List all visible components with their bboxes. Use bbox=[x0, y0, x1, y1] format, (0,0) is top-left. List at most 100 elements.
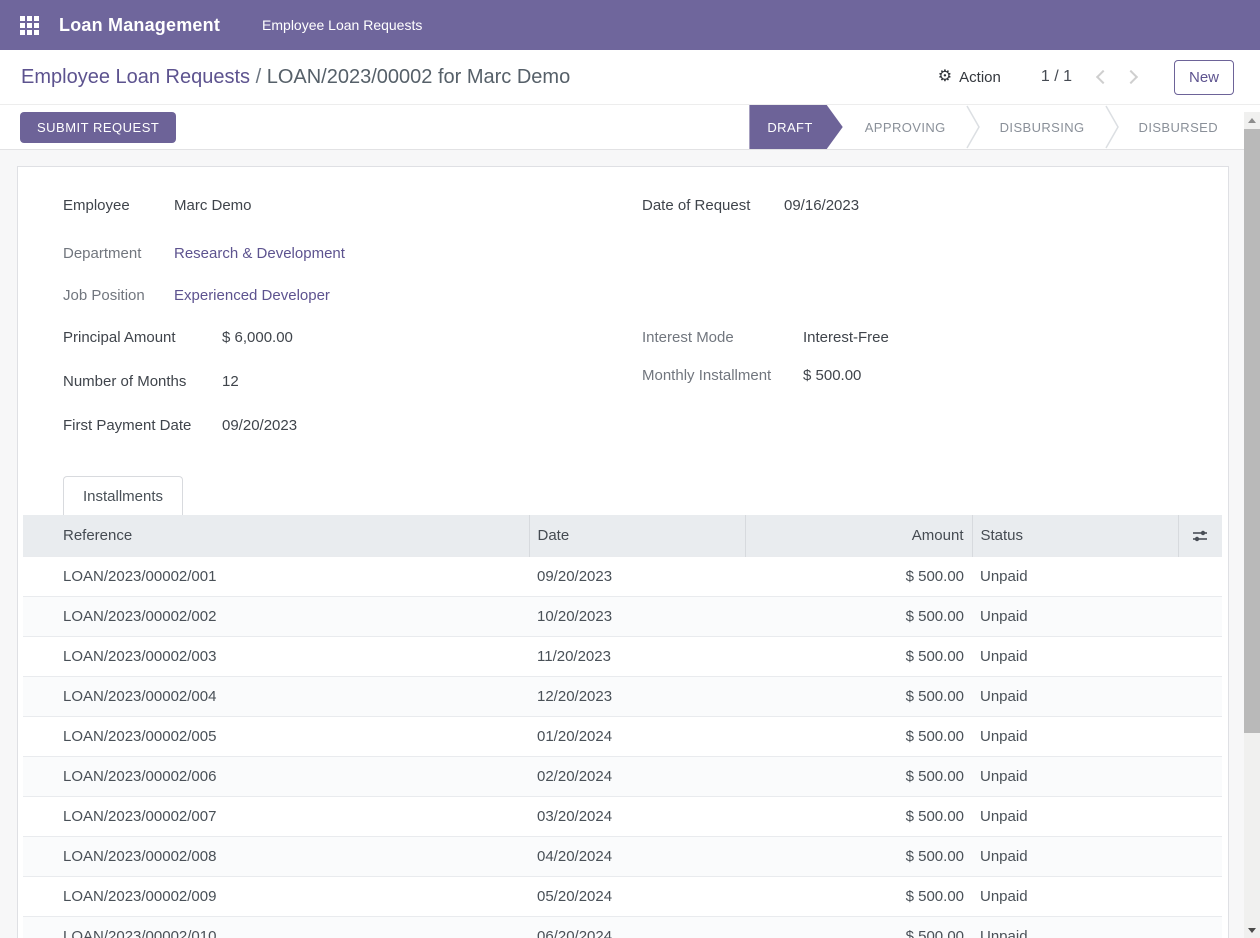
field-label: First Payment Date bbox=[63, 417, 222, 434]
cell-options bbox=[1178, 796, 1222, 836]
table-row[interactable]: LOAN/2023/00002/00703/20/2024$ 500.00Unp… bbox=[23, 796, 1222, 836]
scroll-down-button[interactable] bbox=[1244, 922, 1260, 938]
field-label: Interest Mode bbox=[642, 329, 803, 346]
cell-reference: LOAN/2023/00002/005 bbox=[23, 716, 529, 756]
app-title[interactable]: Loan Management bbox=[59, 15, 220, 36]
chevron-right-icon[interactable] bbox=[1124, 70, 1138, 84]
cell-options bbox=[1178, 556, 1222, 596]
table-row[interactable]: LOAN/2023/00002/01006/20/2024$ 500.00Unp… bbox=[23, 916, 1222, 938]
field-monthly-installment: Monthly Installment $ 500.00 bbox=[642, 367, 1228, 388]
cell-status: Unpaid bbox=[972, 676, 1178, 716]
column-header-reference[interactable]: Reference bbox=[23, 515, 529, 556]
monthly-installment-value: $ 500.00 bbox=[803, 367, 861, 384]
control-panel: Employee Loan Requests / LOAN/2023/00002… bbox=[0, 50, 1260, 105]
stage-disbursed[interactable]: DISBURSED bbox=[1119, 105, 1238, 149]
form-fields: Employee Marc Demo Department Research &… bbox=[18, 197, 1228, 438]
cell-amount: $ 500.00 bbox=[745, 916, 972, 938]
field-label: Employee bbox=[63, 197, 174, 214]
table-row[interactable]: LOAN/2023/00002/00412/20/2023$ 500.00Unp… bbox=[23, 676, 1222, 716]
table-row[interactable]: LOAN/2023/00002/00905/20/2024$ 500.00Unp… bbox=[23, 876, 1222, 916]
cell-options bbox=[1178, 676, 1222, 716]
stage-pipeline: DRAFT APPROVING DISBURSING DISBURSED bbox=[749, 105, 1238, 149]
cell-amount: $ 500.00 bbox=[745, 756, 972, 796]
column-header-status[interactable]: Status bbox=[972, 515, 1178, 556]
form-column-left: Employee Marc Demo Department Research &… bbox=[63, 197, 642, 438]
cell-options bbox=[1178, 836, 1222, 876]
nav-menu-employee-loan-requests[interactable]: Employee Loan Requests bbox=[262, 17, 422, 33]
cell-options bbox=[1178, 716, 1222, 756]
field-label: Date of Request bbox=[642, 197, 784, 214]
date-of-request-value[interactable]: 09/16/2023 bbox=[784, 197, 859, 214]
submit-request-button[interactable]: SUBMIT REQUEST bbox=[20, 112, 176, 143]
installments-tbody: LOAN/2023/00002/00109/20/2023$ 500.00Unp… bbox=[23, 556, 1222, 938]
cell-date: 03/20/2024 bbox=[529, 796, 745, 836]
table-row[interactable]: LOAN/2023/00002/00804/20/2024$ 500.00Unp… bbox=[23, 836, 1222, 876]
principal-amount-value[interactable]: $ 6,000.00 bbox=[222, 329, 293, 346]
field-date-of-request: Date of Request 09/16/2023 bbox=[642, 197, 1228, 218]
cell-date: 04/20/2024 bbox=[529, 836, 745, 876]
notebook: Installments bbox=[18, 476, 1228, 515]
cell-status: Unpaid bbox=[972, 836, 1178, 876]
cell-date: 01/20/2024 bbox=[529, 716, 745, 756]
field-label: Monthly Installment bbox=[642, 367, 803, 384]
field-first-payment-date: First Payment Date 09/20/2023 bbox=[63, 417, 642, 438]
field-interest-mode: Interest Mode Interest-Free bbox=[642, 329, 1228, 350]
statusbar: SUBMIT REQUEST DRAFT APPROVING DISBURSIN… bbox=[0, 105, 1260, 150]
job-position-link[interactable]: Experienced Developer bbox=[174, 287, 330, 304]
cell-reference: LOAN/2023/00002/001 bbox=[23, 556, 529, 596]
cell-reference: LOAN/2023/00002/004 bbox=[23, 676, 529, 716]
cell-status: Unpaid bbox=[972, 796, 1178, 836]
number-of-months-value[interactable]: 12 bbox=[222, 373, 239, 390]
cell-status: Unpaid bbox=[972, 636, 1178, 676]
cell-reference: LOAN/2023/00002/003 bbox=[23, 636, 529, 676]
tab-installments[interactable]: Installments bbox=[63, 476, 183, 515]
cell-status: Unpaid bbox=[972, 876, 1178, 916]
action-menu-label: Action bbox=[959, 69, 1001, 86]
table-row[interactable]: LOAN/2023/00002/00501/20/2024$ 500.00Unp… bbox=[23, 716, 1222, 756]
breadcrumb-parent-link[interactable]: Employee Loan Requests bbox=[21, 66, 250, 88]
table-row[interactable]: LOAN/2023/00002/00210/20/2023$ 500.00Unp… bbox=[23, 596, 1222, 636]
column-header-amount[interactable]: Amount bbox=[745, 515, 972, 556]
cell-status: Unpaid bbox=[972, 556, 1178, 596]
interest-mode-value: Interest-Free bbox=[803, 329, 889, 346]
table-row[interactable]: LOAN/2023/00002/00311/20/2023$ 500.00Unp… bbox=[23, 636, 1222, 676]
table-row[interactable]: LOAN/2023/00002/00602/20/2024$ 500.00Unp… bbox=[23, 756, 1222, 796]
cell-date: 02/20/2024 bbox=[529, 756, 745, 796]
chevron-left-icon[interactable] bbox=[1096, 70, 1110, 84]
cell-date: 12/20/2023 bbox=[529, 676, 745, 716]
top-navbar: Loan Management Employee Loan Requests bbox=[0, 0, 1260, 50]
pager-count: 1 / 1 bbox=[1041, 68, 1072, 86]
new-button[interactable]: New bbox=[1174, 60, 1234, 95]
cell-amount: $ 500.00 bbox=[745, 876, 972, 916]
stage-approving[interactable]: APPROVING bbox=[845, 105, 966, 149]
scrollbar-thumb[interactable] bbox=[1244, 129, 1260, 733]
column-header-date[interactable]: Date bbox=[529, 515, 745, 556]
cell-amount: $ 500.00 bbox=[745, 716, 972, 756]
scroll-up-button[interactable] bbox=[1244, 112, 1260, 128]
field-label: Number of Months bbox=[63, 373, 222, 390]
cell-amount: $ 500.00 bbox=[745, 796, 972, 836]
cell-date: 05/20/2024 bbox=[529, 876, 745, 916]
first-payment-date-value[interactable]: 09/20/2023 bbox=[222, 417, 297, 434]
cell-reference: LOAN/2023/00002/010 bbox=[23, 916, 529, 938]
action-menu-button[interactable]: ⚙ Action bbox=[938, 69, 1001, 86]
stage-draft[interactable]: DRAFT bbox=[749, 105, 842, 149]
optional-columns-button[interactable] bbox=[1178, 515, 1222, 556]
cell-options bbox=[1178, 636, 1222, 676]
department-link[interactable]: Research & Development bbox=[174, 245, 345, 262]
stage-separator-chevron-icon bbox=[966, 105, 980, 149]
triangle-down-icon bbox=[1248, 928, 1256, 933]
field-label: Department bbox=[63, 245, 174, 262]
table-row[interactable]: LOAN/2023/00002/00109/20/2023$ 500.00Unp… bbox=[23, 556, 1222, 596]
cell-date: 09/20/2023 bbox=[529, 556, 745, 596]
vertical-scrollbar[interactable] bbox=[1244, 112, 1260, 938]
cell-date: 11/20/2023 bbox=[529, 636, 745, 676]
cell-reference: LOAN/2023/00002/009 bbox=[23, 876, 529, 916]
employee-value[interactable]: Marc Demo bbox=[174, 197, 252, 214]
stage-disbursing[interactable]: DISBURSING bbox=[980, 105, 1105, 149]
sliders-icon bbox=[1192, 528, 1208, 544]
content-area: Employee Marc Demo Department Research &… bbox=[0, 150, 1260, 938]
cell-options bbox=[1178, 916, 1222, 938]
apps-grid-icon[interactable] bbox=[20, 16, 39, 35]
installments-table: Reference Date Amount Status LOAN/2023/0 bbox=[23, 515, 1222, 938]
